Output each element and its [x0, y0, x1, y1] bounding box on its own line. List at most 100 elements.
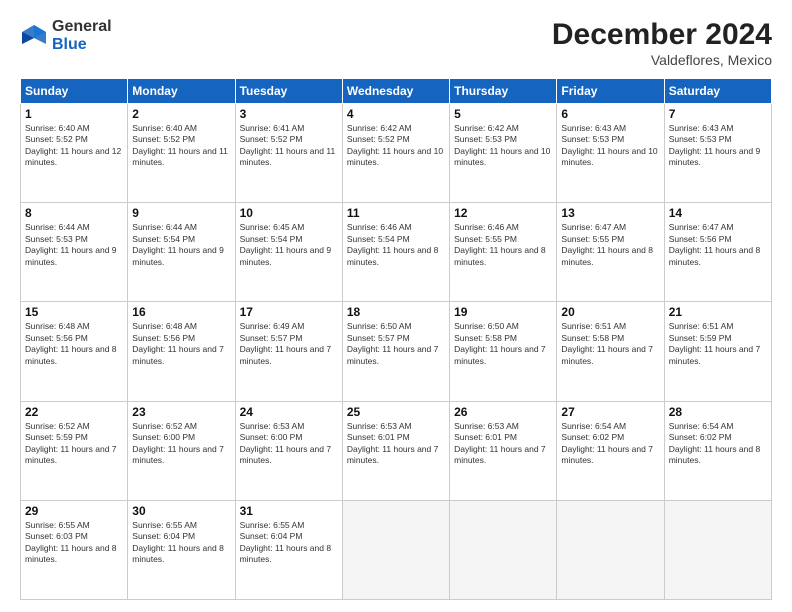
table-row: 9 Sunrise: 6:44 AM Sunset: 5:54 PM Dayli… — [128, 203, 235, 302]
location: Valdeflores, Mexico — [552, 52, 772, 68]
calendar-row: 8 Sunrise: 6:44 AM Sunset: 5:53 PM Dayli… — [21, 203, 772, 302]
header-friday: Friday — [557, 79, 664, 104]
table-row: 20 Sunrise: 6:51 AM Sunset: 5:58 PM Dayl… — [557, 302, 664, 401]
table-row: 23 Sunrise: 6:52 AM Sunset: 6:00 PM Dayl… — [128, 401, 235, 500]
day-number: 3 — [240, 107, 338, 121]
table-row: 13 Sunrise: 6:47 AM Sunset: 5:55 PM Dayl… — [557, 203, 664, 302]
page: General Blue December 2024 Valdeflores, … — [0, 0, 792, 612]
day-info: Sunrise: 6:49 AM Sunset: 5:57 PM Dayligh… — [240, 321, 338, 367]
day-info: Sunrise: 6:51 AM Sunset: 5:59 PM Dayligh… — [669, 321, 767, 367]
day-info: Sunrise: 6:48 AM Sunset: 5:56 PM Dayligh… — [132, 321, 230, 367]
logo: General Blue — [20, 18, 112, 53]
day-number: 14 — [669, 206, 767, 220]
calendar-row: 29 Sunrise: 6:55 AM Sunset: 6:03 PM Dayl… — [21, 500, 772, 599]
day-info: Sunrise: 6:53 AM Sunset: 6:00 PM Dayligh… — [240, 421, 338, 467]
day-info: Sunrise: 6:50 AM Sunset: 5:57 PM Dayligh… — [347, 321, 445, 367]
table-row: 30 Sunrise: 6:55 AM Sunset: 6:04 PM Dayl… — [128, 500, 235, 599]
table-row: 17 Sunrise: 6:49 AM Sunset: 5:57 PM Dayl… — [235, 302, 342, 401]
day-info: Sunrise: 6:42 AM Sunset: 5:52 PM Dayligh… — [347, 123, 445, 169]
day-number: 5 — [454, 107, 552, 121]
day-info: Sunrise: 6:53 AM Sunset: 6:01 PM Dayligh… — [347, 421, 445, 467]
day-number: 1 — [25, 107, 123, 121]
header-monday: Monday — [128, 79, 235, 104]
header-thursday: Thursday — [450, 79, 557, 104]
day-number: 17 — [240, 305, 338, 319]
day-number: 7 — [669, 107, 767, 121]
day-info: Sunrise: 6:44 AM Sunset: 5:53 PM Dayligh… — [25, 222, 123, 268]
table-row: 14 Sunrise: 6:47 AM Sunset: 5:56 PM Dayl… — [664, 203, 771, 302]
header: General Blue December 2024 Valdeflores, … — [20, 18, 772, 68]
table-row: 16 Sunrise: 6:48 AM Sunset: 5:56 PM Dayl… — [128, 302, 235, 401]
day-info: Sunrise: 6:48 AM Sunset: 5:56 PM Dayligh… — [25, 321, 123, 367]
day-info: Sunrise: 6:54 AM Sunset: 6:02 PM Dayligh… — [669, 421, 767, 467]
month-title: December 2024 — [552, 18, 772, 52]
day-number: 31 — [240, 504, 338, 518]
day-number: 21 — [669, 305, 767, 319]
table-row: 18 Sunrise: 6:50 AM Sunset: 5:57 PM Dayl… — [342, 302, 449, 401]
table-row: 25 Sunrise: 6:53 AM Sunset: 6:01 PM Dayl… — [342, 401, 449, 500]
day-info: Sunrise: 6:52 AM Sunset: 5:59 PM Dayligh… — [25, 421, 123, 467]
day-info: Sunrise: 6:54 AM Sunset: 6:02 PM Dayligh… — [561, 421, 659, 467]
table-row — [664, 500, 771, 599]
day-info: Sunrise: 6:41 AM Sunset: 5:52 PM Dayligh… — [240, 123, 338, 169]
day-number: 2 — [132, 107, 230, 121]
calendar-row: 22 Sunrise: 6:52 AM Sunset: 5:59 PM Dayl… — [21, 401, 772, 500]
day-info: Sunrise: 6:43 AM Sunset: 5:53 PM Dayligh… — [561, 123, 659, 169]
logo-blue: Blue — [52, 36, 112, 54]
calendar-row: 1 Sunrise: 6:40 AM Sunset: 5:52 PM Dayli… — [21, 104, 772, 203]
day-number: 19 — [454, 305, 552, 319]
day-number: 30 — [132, 504, 230, 518]
day-number: 6 — [561, 107, 659, 121]
day-info: Sunrise: 6:55 AM Sunset: 6:04 PM Dayligh… — [132, 520, 230, 566]
table-row: 29 Sunrise: 6:55 AM Sunset: 6:03 PM Dayl… — [21, 500, 128, 599]
day-info: Sunrise: 6:51 AM Sunset: 5:58 PM Dayligh… — [561, 321, 659, 367]
day-info: Sunrise: 6:53 AM Sunset: 6:01 PM Dayligh… — [454, 421, 552, 467]
day-number: 26 — [454, 405, 552, 419]
day-info: Sunrise: 6:46 AM Sunset: 5:55 PM Dayligh… — [454, 222, 552, 268]
table-row: 8 Sunrise: 6:44 AM Sunset: 5:53 PM Dayli… — [21, 203, 128, 302]
day-number: 12 — [454, 206, 552, 220]
header-sunday: Sunday — [21, 79, 128, 104]
table-row: 28 Sunrise: 6:54 AM Sunset: 6:02 PM Dayl… — [664, 401, 771, 500]
table-row: 11 Sunrise: 6:46 AM Sunset: 5:54 PM Dayl… — [342, 203, 449, 302]
table-row: 21 Sunrise: 6:51 AM Sunset: 5:59 PM Dayl… — [664, 302, 771, 401]
day-number: 22 — [25, 405, 123, 419]
table-row: 26 Sunrise: 6:53 AM Sunset: 6:01 PM Dayl… — [450, 401, 557, 500]
day-info: Sunrise: 6:47 AM Sunset: 5:56 PM Dayligh… — [669, 222, 767, 268]
table-row: 12 Sunrise: 6:46 AM Sunset: 5:55 PM Dayl… — [450, 203, 557, 302]
day-number: 18 — [347, 305, 445, 319]
calendar-header-row: Sunday Monday Tuesday Wednesday Thursday… — [21, 79, 772, 104]
table-row — [342, 500, 449, 599]
logo-icon — [20, 22, 48, 50]
table-row: 3 Sunrise: 6:41 AM Sunset: 5:52 PM Dayli… — [235, 104, 342, 203]
day-number: 24 — [240, 405, 338, 419]
day-number: 28 — [669, 405, 767, 419]
day-number: 15 — [25, 305, 123, 319]
day-number: 29 — [25, 504, 123, 518]
day-info: Sunrise: 6:40 AM Sunset: 5:52 PM Dayligh… — [132, 123, 230, 169]
logo-general: General — [52, 18, 112, 36]
header-tuesday: Tuesday — [235, 79, 342, 104]
header-saturday: Saturday — [664, 79, 771, 104]
table-row: 31 Sunrise: 6:55 AM Sunset: 6:04 PM Dayl… — [235, 500, 342, 599]
day-number: 25 — [347, 405, 445, 419]
day-info: Sunrise: 6:47 AM Sunset: 5:55 PM Dayligh… — [561, 222, 659, 268]
day-info: Sunrise: 6:46 AM Sunset: 5:54 PM Dayligh… — [347, 222, 445, 268]
header-wednesday: Wednesday — [342, 79, 449, 104]
day-info: Sunrise: 6:42 AM Sunset: 5:53 PM Dayligh… — [454, 123, 552, 169]
table-row: 27 Sunrise: 6:54 AM Sunset: 6:02 PM Dayl… — [557, 401, 664, 500]
day-number: 4 — [347, 107, 445, 121]
day-info: Sunrise: 6:45 AM Sunset: 5:54 PM Dayligh… — [240, 222, 338, 268]
day-info: Sunrise: 6:55 AM Sunset: 6:03 PM Dayligh… — [25, 520, 123, 566]
day-number: 20 — [561, 305, 659, 319]
table-row: 2 Sunrise: 6:40 AM Sunset: 5:52 PM Dayli… — [128, 104, 235, 203]
table-row: 22 Sunrise: 6:52 AM Sunset: 5:59 PM Dayl… — [21, 401, 128, 500]
table-row — [450, 500, 557, 599]
day-info: Sunrise: 6:55 AM Sunset: 6:04 PM Dayligh… — [240, 520, 338, 566]
table-row: 4 Sunrise: 6:42 AM Sunset: 5:52 PM Dayli… — [342, 104, 449, 203]
day-number: 23 — [132, 405, 230, 419]
title-block: December 2024 Valdeflores, Mexico — [552, 18, 772, 68]
day-number: 9 — [132, 206, 230, 220]
calendar: Sunday Monday Tuesday Wednesday Thursday… — [20, 78, 772, 600]
table-row: 24 Sunrise: 6:53 AM Sunset: 6:00 PM Dayl… — [235, 401, 342, 500]
